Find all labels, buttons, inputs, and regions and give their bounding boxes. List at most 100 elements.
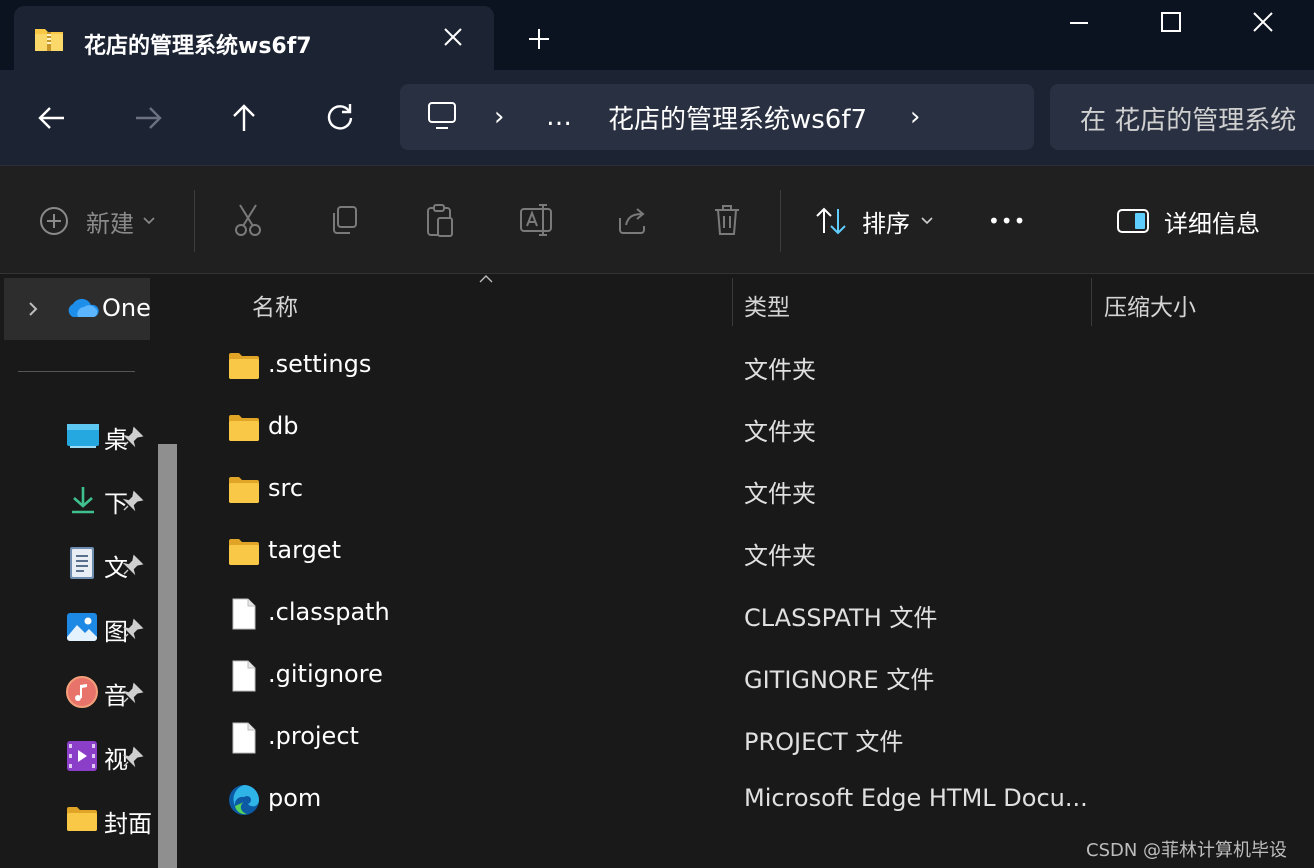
details-pane-icon — [1117, 209, 1149, 233]
file-name: .project — [268, 722, 359, 750]
folder-icon — [229, 539, 259, 565]
file-type: 文件夹 — [744, 356, 816, 384]
more-options-icon: ••• — [988, 209, 1027, 233]
file-icon — [232, 722, 256, 754]
separator — [194, 190, 195, 252]
file-icon — [232, 598, 256, 630]
new-tab-icon[interactable] — [524, 24, 554, 54]
sort-button[interactable]: 排序 — [814, 202, 934, 240]
separator — [780, 190, 781, 252]
tab-title: 花店的管理系统ws6f7 — [84, 34, 312, 59]
folder-zip-icon — [35, 29, 63, 51]
pin-icon — [122, 490, 144, 512]
file-row[interactable]: .project PROJECT 文件 — [188, 708, 1314, 770]
sidebar-item-downloads[interactable]: 下 — [64, 480, 154, 520]
file-row[interactable]: db 文件夹 — [188, 398, 1314, 460]
up-arrow-icon[interactable] — [226, 100, 262, 136]
file-list: 名称 类型 压缩大小 .settings 文件夹 db 文件夹 src 文件夹 … — [188, 274, 1314, 868]
file-row[interactable]: .classpath CLASSPATH 文件 — [188, 584, 1314, 646]
close-window-icon[interactable] — [1248, 8, 1278, 38]
share-icon[interactable] — [616, 204, 648, 236]
breadcrumb-separator-1[interactable]: › — [494, 84, 504, 150]
tab-close-icon[interactable] — [438, 22, 468, 52]
file-type: 文件夹 — [744, 480, 816, 508]
tab-active[interactable]: 花店的管理系统ws6f7 — [14, 6, 494, 70]
pin-icon — [122, 426, 144, 448]
folder-icon — [229, 415, 259, 441]
pin-icon — [122, 554, 144, 576]
sidebar-scrollbar[interactable] — [158, 444, 177, 868]
sidebar-divider — [18, 371, 135, 372]
sidebar-item-pictures[interactable]: 图 — [64, 608, 154, 648]
documents-icon — [70, 547, 94, 579]
address-bar[interactable]: › … 花店的管理系统ws6f7 › — [400, 84, 1034, 150]
chevron-right-icon[interactable] — [26, 300, 40, 318]
maximize-icon[interactable] — [1156, 8, 1186, 38]
rename-icon[interactable] — [518, 202, 554, 238]
pin-icon — [122, 618, 144, 640]
sidebar-item-folder[interactable]: 封面 — [64, 800, 154, 840]
file-name: db — [268, 412, 299, 440]
title-bar: 花店的管理系统ws6f7 — [0, 0, 1314, 70]
search-box[interactable]: 在 花店的管理系统 — [1050, 84, 1314, 150]
minimize-icon[interactable] — [1064, 8, 1094, 38]
add-circle-icon — [40, 207, 68, 235]
column-header-type[interactable]: 类型 — [744, 288, 790, 322]
more-options-button[interactable]: ••• — [988, 202, 1026, 240]
column-header-name[interactable]: 名称 — [252, 288, 298, 322]
onedrive-cloud-icon — [68, 298, 99, 317]
file-icon — [232, 660, 256, 692]
file-name: target — [268, 536, 341, 564]
sort-label: 排序 — [862, 209, 910, 238]
chevron-down-icon — [921, 217, 933, 225]
sidebar-item-onedrive[interactable]: One — [4, 278, 151, 340]
copy-icon[interactable] — [328, 204, 360, 236]
paste-icon[interactable] — [424, 202, 456, 238]
column-divider[interactable] — [1091, 278, 1092, 326]
search-placeholder: 在 花店的管理系统 — [1080, 106, 1297, 136]
file-name: src — [268, 474, 304, 502]
file-name: pom — [268, 784, 322, 812]
pin-icon — [122, 746, 144, 768]
file-type: 文件夹 — [744, 542, 816, 570]
file-name: .settings — [268, 350, 372, 378]
back-arrow-icon[interactable] — [34, 100, 70, 136]
command-bar: 新建 排序 ••• 详细信息 — [0, 166, 1314, 274]
file-row[interactable]: .gitignore GITIGNORE 文件 — [188, 646, 1314, 708]
file-name: .gitignore — [268, 660, 383, 688]
edge-icon — [229, 785, 259, 815]
column-divider[interactable] — [732, 278, 733, 326]
details-button[interactable]: 详细信息 — [1116, 202, 1260, 240]
column-header-size[interactable]: 压缩大小 — [1104, 288, 1196, 322]
breadcrumb-more[interactable]: … — [546, 84, 572, 150]
sidebar-item-label: One — [102, 294, 151, 322]
cut-icon[interactable] — [232, 202, 264, 238]
folder-icon — [67, 807, 97, 831]
file-row[interactable]: target 文件夹 — [188, 522, 1314, 584]
this-pc-icon[interactable] — [426, 100, 458, 132]
watermark: CSDN @菲林计算机毕设 — [1086, 840, 1288, 861]
breadcrumb-separator-2[interactable]: › — [910, 84, 920, 150]
folder-icon — [229, 353, 259, 379]
forward-arrow-icon[interactable] — [130, 100, 166, 136]
refresh-icon[interactable] — [322, 100, 358, 136]
delete-icon[interactable] — [712, 202, 742, 238]
sidebar-item-documents[interactable]: 文 — [64, 544, 154, 584]
file-name: .classpath — [268, 598, 390, 626]
sidebar-item-videos[interactable]: 视 — [64, 736, 154, 776]
sort-ascending-icon — [479, 275, 493, 283]
file-row[interactable]: pom Microsoft Edge HTML Docu... — [188, 770, 1314, 832]
new-button[interactable]: 新建 — [38, 202, 156, 240]
sidebar-item-desktop[interactable]: 桌 — [64, 416, 154, 456]
file-row[interactable]: src 文件夹 — [188, 460, 1314, 522]
sidebar-item-music[interactable]: 音 — [64, 672, 154, 712]
new-label: 新建 — [86, 209, 134, 238]
file-row[interactable]: .settings 文件夹 — [188, 336, 1314, 398]
breadcrumb-current[interactable]: 花店的管理系统ws6f7 — [608, 84, 867, 150]
download-icon — [72, 487, 94, 514]
sidebar-item-label: 封面 — [104, 810, 152, 838]
file-type: Microsoft Edge HTML Docu... — [744, 784, 1088, 812]
folder-icon — [229, 477, 259, 503]
desktop-icon — [67, 424, 99, 448]
file-type: CLASSPATH 文件 — [744, 604, 938, 632]
